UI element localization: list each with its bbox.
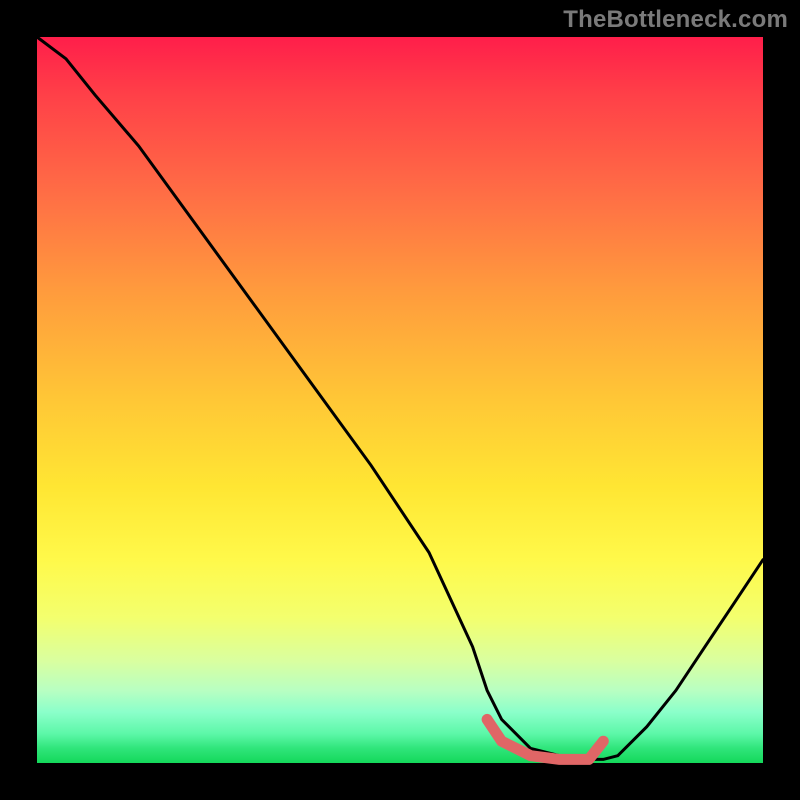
- optimal-range-marker: [487, 719, 603, 759]
- chart-svg: [37, 37, 763, 763]
- watermark-text: TheBottleneck.com: [563, 6, 788, 34]
- chart-frame: TheBottleneck.com: [0, 0, 800, 800]
- bottleneck-curve: [37, 37, 763, 759]
- plot-area: [37, 37, 763, 763]
